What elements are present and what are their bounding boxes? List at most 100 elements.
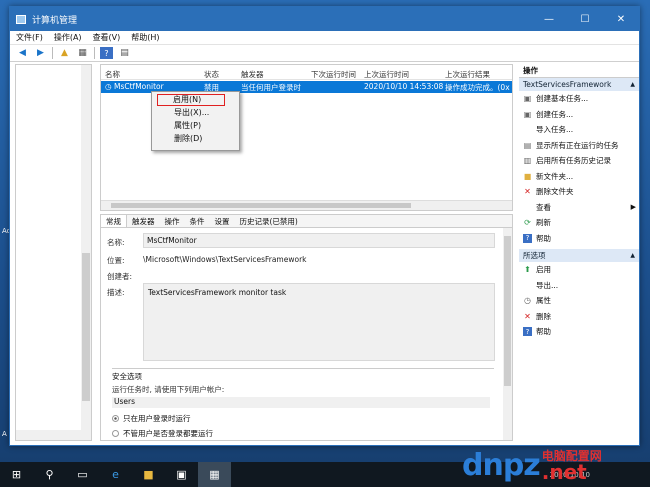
column-next-run[interactable]: 下次运行时间 xyxy=(311,69,356,80)
actions-section-selected[interactable]: 所选项 ▲ xyxy=(519,249,639,262)
action-create-task[interactable]: ▣ 创建任务... xyxy=(519,107,639,123)
view-icon xyxy=(523,203,532,212)
console-tree-pane[interactable] xyxy=(15,64,92,441)
action-label: 帮助 xyxy=(536,233,551,243)
toolbar-separator-2 xyxy=(94,47,95,59)
column-status[interactable]: 状态 xyxy=(204,69,219,80)
history-icon: ▥ xyxy=(523,156,532,166)
run-logged-on-radio[interactable] xyxy=(112,415,119,422)
action-enable-history[interactable]: ▥ 启用所有任务历史记录 xyxy=(519,153,639,169)
task-list-scroll-thumb[interactable] xyxy=(111,203,411,208)
action-show-running[interactable]: ▤ 显示所有正在运行的任务 xyxy=(519,138,639,154)
column-name[interactable]: 名称 xyxy=(105,69,120,80)
context-properties-item[interactable]: 属性(P) xyxy=(152,119,239,132)
column-last-result[interactable]: 上次运行结果 xyxy=(445,69,490,80)
action-help[interactable]: ? 帮助 xyxy=(519,231,639,247)
actions-section-folder[interactable]: TextServicesFramework ▲ xyxy=(519,78,639,91)
action-create-basic-task[interactable]: ▣ 创建基本任务... xyxy=(519,91,639,107)
action-label: 创建基本任务... xyxy=(536,94,589,104)
action-label: 查看 xyxy=(536,202,551,212)
help-icon: ? xyxy=(523,233,532,243)
forward-arrow-icon[interactable]: ▶ xyxy=(34,47,47,59)
collapse-up-icon[interactable]: ▲ xyxy=(630,249,635,262)
action-export[interactable]: 导出... xyxy=(519,278,639,294)
export-icon xyxy=(523,281,532,290)
minimize-button[interactable]: — xyxy=(531,7,567,31)
delete-x-icon: ✕ xyxy=(524,187,531,197)
details-scroll-thumb[interactable] xyxy=(504,236,511,386)
column-last-run[interactable]: 上次运行时间 xyxy=(364,69,409,80)
task-list-horizontal-scrollbar[interactable] xyxy=(101,200,512,210)
action-import-task[interactable]: 导入任务... xyxy=(519,122,639,138)
action-label: 显示所有正在运行的任务 xyxy=(536,140,619,150)
action-label: 新文件夹... xyxy=(536,171,574,181)
up-folder-icon[interactable]: ▲ xyxy=(58,47,71,59)
action-label: 创建任务... xyxy=(536,109,574,119)
watermark-main: dnpz xyxy=(462,448,541,483)
description-field[interactable]: TextServicesFramework monitor task xyxy=(143,283,495,361)
security-options-title: 安全选项 xyxy=(112,372,142,381)
search-icon[interactable]: ⚲ xyxy=(33,462,66,487)
tree-horizontal-scrollbar[interactable] xyxy=(16,430,82,440)
submenu-arrow-icon: ▶ xyxy=(630,203,636,212)
name-field[interactable]: MsCtfMonitor xyxy=(143,233,495,248)
action-enable[interactable]: ⬆ 启用 xyxy=(519,262,639,278)
context-export-item[interactable]: 导出(X)... xyxy=(152,106,239,119)
tab-actions[interactable]: 操作 xyxy=(160,215,185,227)
actions-header: 操作 xyxy=(519,64,639,78)
computer-management-window: 计算机管理 — ☐ ✕ 文件(F) 操作(A) 查看(V) 帮助(H) ◀ ▶ … xyxy=(9,6,640,446)
tab-general[interactable]: 常规 xyxy=(101,215,127,227)
show-hide-tree-icon[interactable]: ▦ xyxy=(76,47,89,59)
task-trigger: 当任何用户登录时 xyxy=(241,83,301,92)
run-whether-logged-radio[interactable] xyxy=(112,430,119,437)
task-clock-icon: ◷ xyxy=(105,82,112,91)
help-icon[interactable]: ? xyxy=(100,47,113,59)
location-value: \Microsoft\Windows\TextServicesFramework xyxy=(143,255,307,264)
action-properties[interactable]: ◷ 属性 xyxy=(519,293,639,309)
action-label: 导入任务... xyxy=(536,125,574,135)
tab-conditions[interactable]: 条件 xyxy=(185,215,210,227)
back-arrow-icon[interactable]: ◀ xyxy=(16,47,29,59)
action-new-folder[interactable]: ■ 新文件夹... xyxy=(519,169,639,185)
store-icon[interactable]: ▣ xyxy=(165,462,198,487)
action-view[interactable]: 查看 ▶ xyxy=(519,200,639,216)
task-last-run: 2020/10/10 14:53:08 xyxy=(364,82,444,91)
computer-management-taskbar-icon[interactable]: ▦ xyxy=(198,462,231,487)
menu-view[interactable]: 查看(V) xyxy=(93,32,121,43)
menu-bar: 文件(F) 操作(A) 查看(V) 帮助(H) xyxy=(10,31,639,45)
security-user-field[interactable]: Users xyxy=(112,397,490,408)
action-help-2[interactable]: ? 帮助 xyxy=(519,324,639,340)
task-view-icon[interactable]: ▭ xyxy=(66,462,99,487)
title-bar[interactable]: 计算机管理 — ☐ ✕ xyxy=(10,7,639,31)
tab-settings[interactable]: 设置 xyxy=(210,215,235,227)
action-label: 帮助 xyxy=(536,327,551,337)
collapse-up-icon[interactable]: ▲ xyxy=(630,78,635,91)
close-button[interactable]: ✕ xyxy=(603,7,639,31)
action-delete-folder[interactable]: ✕ 删除文件夹 xyxy=(519,184,639,200)
tab-triggers[interactable]: 触发器 xyxy=(127,215,160,227)
properties-clock-icon: ◷ xyxy=(524,296,531,306)
edge-browser-icon[interactable]: e xyxy=(99,462,132,487)
refresh-icon: ⟳ xyxy=(524,218,531,228)
column-trigger[interactable]: 触发器 xyxy=(241,69,264,80)
tree-vertical-scrollbar[interactable] xyxy=(81,65,91,440)
start-windows-icon[interactable]: ⊞ xyxy=(0,462,33,487)
action-delete[interactable]: ✕ 删除 xyxy=(519,309,639,325)
details-vertical-scrollbar[interactable] xyxy=(503,228,512,440)
context-delete-item[interactable]: 删除(D) xyxy=(152,132,239,145)
tab-history[interactable]: 历史记录(已禁用) xyxy=(235,215,303,227)
author-label: 创建者: xyxy=(107,272,133,281)
properties-icon[interactable]: ▤ xyxy=(118,47,131,59)
action-refresh[interactable]: ⟳ 刷新 xyxy=(519,215,639,231)
context-enable-item[interactable]: 启用(N) xyxy=(157,94,225,106)
action-label: 导出... xyxy=(536,280,559,290)
menu-action[interactable]: 操作(A) xyxy=(54,32,82,43)
create-task-icon: ▣ xyxy=(523,109,532,119)
tree-scroll-thumb[interactable] xyxy=(82,253,90,401)
name-label: 名称: xyxy=(107,238,125,247)
menu-help[interactable]: 帮助(H) xyxy=(131,32,159,43)
watermark-net: .net xyxy=(541,460,587,484)
maximize-button[interactable]: ☐ xyxy=(567,7,603,31)
menu-file[interactable]: 文件(F) xyxy=(16,32,43,43)
file-explorer-icon[interactable]: ■ xyxy=(132,462,165,487)
